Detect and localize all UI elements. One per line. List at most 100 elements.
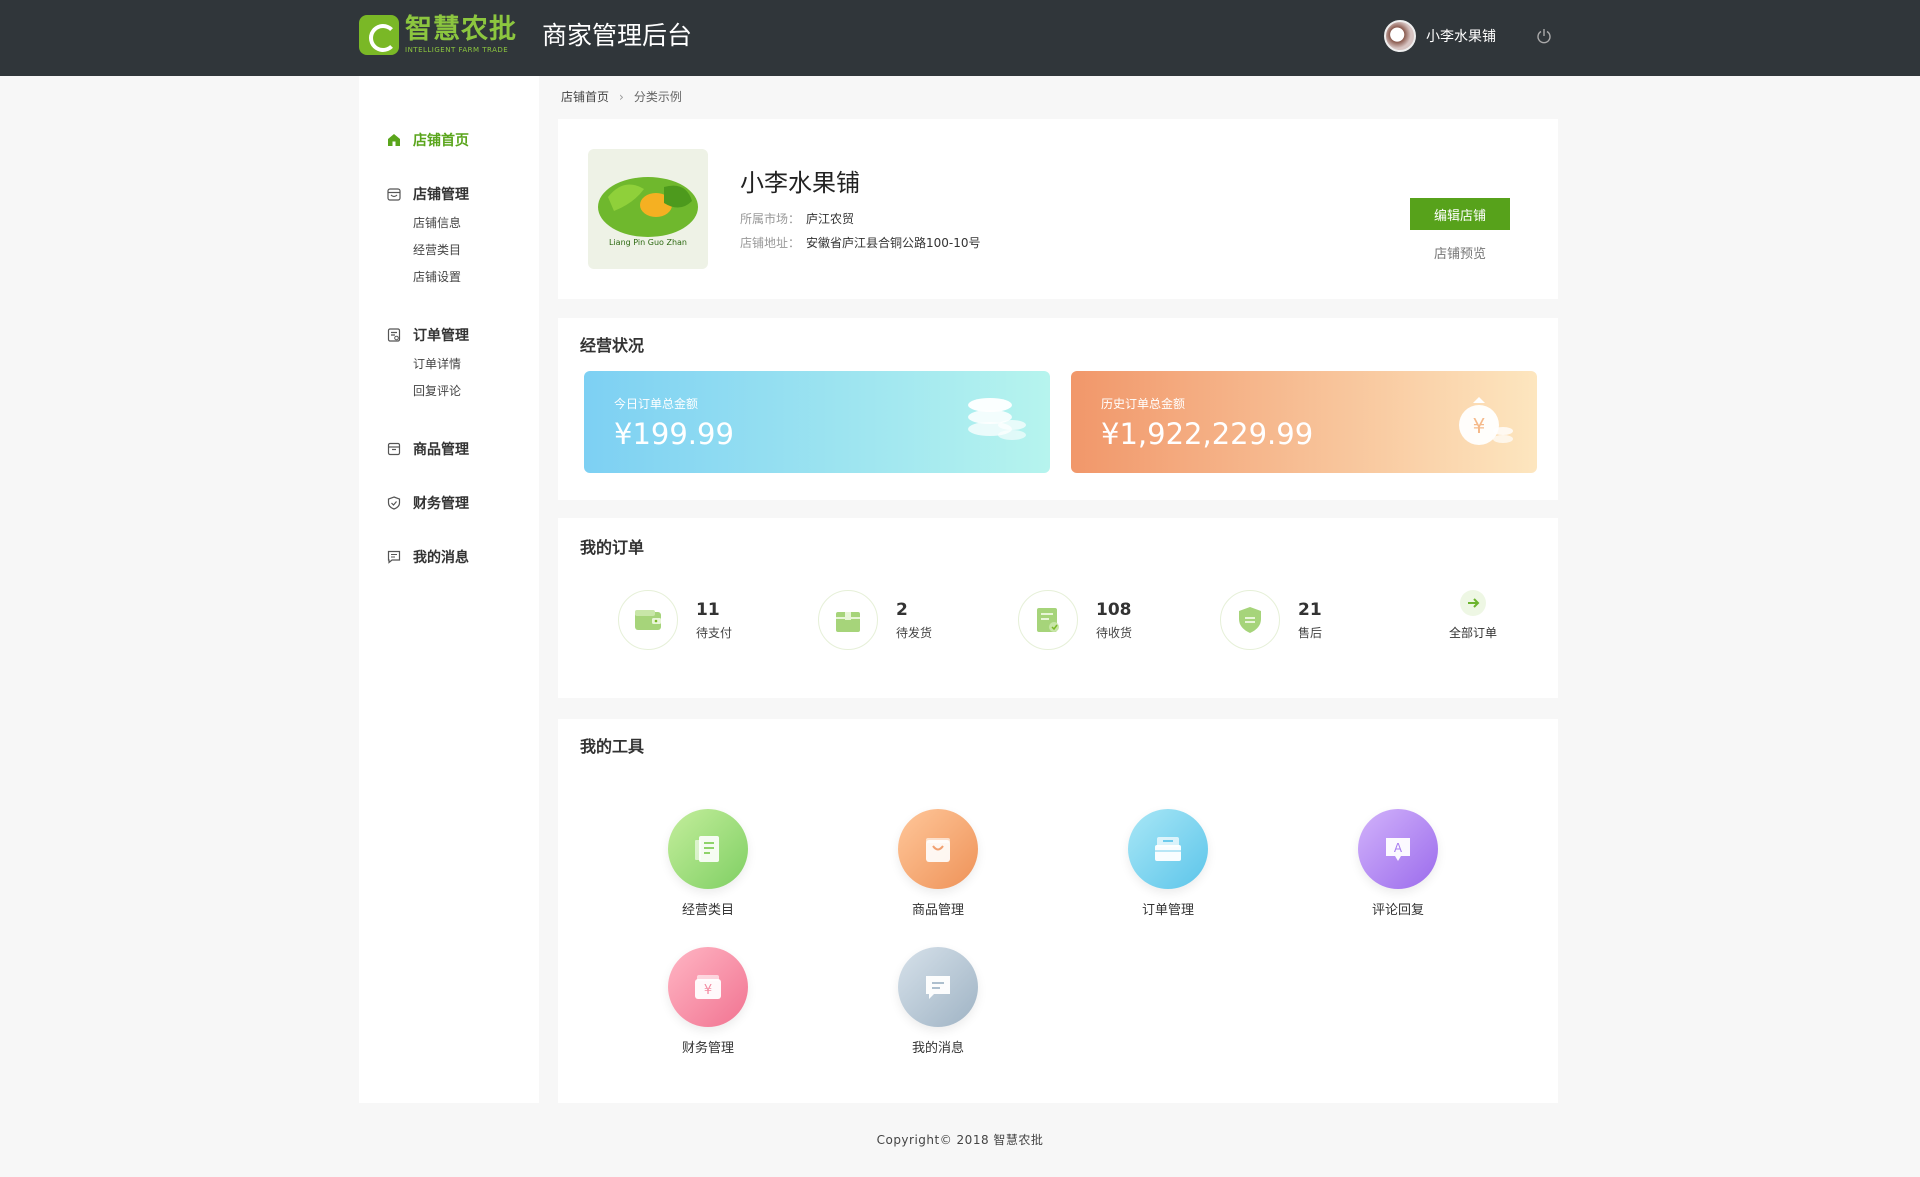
order-after-sales[interactable]: 21 售后 (1220, 590, 1322, 650)
comment-icon: A (1386, 838, 1410, 861)
store-preview-link[interactable]: 店铺预览 (1410, 243, 1510, 262)
section-title: 经营状况 (580, 336, 645, 355)
edit-store-button[interactable]: 编辑店铺 (1410, 198, 1510, 230)
sidebar-item-label: 订单管理 (413, 328, 469, 344)
order-label: 待收货 (1096, 625, 1133, 640)
sidebar-item-order-detail[interactable]: 订单详情 (413, 351, 469, 378)
history-order-total: 历史订单总金额 ¥1,922,229.99 ¥ (1071, 371, 1537, 473)
document-icon (695, 836, 719, 862)
svg-text:A: A (1394, 841, 1403, 855)
store-info-card: Liang Pin Guo Zhan 小李水果铺 所属市场： 庐江农贸 店铺地址：… (558, 119, 1558, 299)
store-name: 小李水果铺 (740, 169, 860, 197)
receipt-icon (1037, 608, 1059, 632)
arrow-right-icon (1460, 590, 1486, 616)
sidebar-item-store-info[interactable]: 店铺信息 (413, 210, 469, 237)
all-orders-label: 全部订单 (1448, 626, 1497, 640)
user-name[interactable]: 小李水果铺 (1426, 26, 1496, 46)
tool-label: 经营类目 (681, 903, 734, 918)
tool-order-management[interactable]: 订单管理 (1108, 809, 1228, 918)
message-icon (387, 550, 401, 564)
svg-text:¥: ¥ (704, 983, 712, 998)
order-count: 2 (896, 599, 908, 620)
tool-goods-management[interactable]: 商品管理 (878, 809, 998, 918)
sidebar: 店铺首页 店铺管理 店铺信息 经营类目 店铺设置 订单管理 订单详情 回复评论 … (359, 76, 539, 1103)
shield-icon (387, 496, 401, 510)
store-icon (387, 188, 401, 201)
sidebar-item-business-category[interactable]: 经营类目 (413, 237, 469, 264)
sidebar-item-label: 我的消息 (413, 550, 469, 566)
section-title: 我的工具 (580, 737, 645, 756)
top-header: 智慧农批 INTELLIGENT FARM TRADE 商家管理后台 小李水果铺 (0, 0, 1920, 76)
tool-business-category[interactable]: 经营类目 (648, 809, 768, 918)
message-icon (926, 976, 950, 999)
logo-title: 智慧农批 (405, 14, 517, 45)
tool-comment-reply[interactable]: A 评论回复 (1338, 809, 1458, 918)
goods-icon (387, 442, 401, 456)
sidebar-item-finance-management[interactable]: 财务管理 (387, 493, 469, 513)
user-menu[interactable]: 小李水果铺 (1384, 20, 1496, 52)
sidebar-item-order-management[interactable]: 订单管理 (387, 325, 469, 345)
today-order-total: 今日订单总金额 ¥199.99 (584, 371, 1050, 473)
sidebar-item-label: 店铺首页 (413, 133, 469, 149)
tool-label: 商品管理 (911, 903, 964, 918)
order-label: 待发货 (896, 625, 933, 640)
tool-label: 评论回复 (1371, 903, 1424, 918)
package-icon (836, 612, 860, 632)
brand-logo[interactable]: 智慧农批 INTELLIGENT FARM TRADE (359, 15, 517, 55)
logo-icon (359, 15, 399, 55)
order-box-icon (1155, 837, 1181, 861)
avatar[interactable] (1384, 20, 1416, 52)
order-icon (387, 328, 401, 342)
breadcrumb-home[interactable]: 店铺首页 (561, 88, 609, 105)
order-count: 11 (696, 599, 720, 620)
breadcrumb: 店铺首页 › 分类示例 (561, 88, 682, 105)
tool-label: 财务管理 (681, 1041, 734, 1056)
store-market: 所属市场： 庐江农贸 (740, 212, 855, 226)
order-label: 售后 (1298, 625, 1323, 640)
svg-text:Liang Pin Guo Zhan: Liang Pin Guo Zhan (609, 238, 687, 247)
breadcrumb-current: 分类示例 (633, 90, 682, 104)
coins-icon (968, 398, 1026, 440)
stat-value: ¥199.99 (614, 417, 734, 451)
tool-finance-management[interactable]: ¥ 财务管理 (648, 947, 768, 1056)
footer-copyright: Copyright© 2018 智慧农批 (876, 1133, 1044, 1147)
sidebar-item-label: 财务管理 (413, 496, 469, 512)
stat-value: ¥1,922,229.99 (1101, 417, 1314, 451)
svg-text:¥: ¥ (1473, 414, 1486, 438)
home-icon (388, 134, 400, 146)
shopping-bag-icon (926, 838, 950, 862)
sidebar-item-label: 店铺管理 (413, 187, 469, 203)
my-tools-card: 我的工具 经营类目 商品管理 订单管理 A 评论回复 ¥ 财务管理 我的消息 (558, 719, 1558, 1103)
store-address: 店铺地址： 安徽省庐江县合铜公路100-10号 (740, 236, 981, 250)
sidebar-item-reply-comments[interactable]: 回复评论 (413, 378, 469, 405)
order-pending-receipt[interactable]: 108 待收货 (1018, 590, 1132, 650)
sidebar-item-my-messages[interactable]: 我的消息 (387, 547, 469, 567)
logo-subtitle: INTELLIGENT FARM TRADE (405, 46, 509, 54)
tool-label: 我的消息 (911, 1041, 964, 1056)
power-icon[interactable] (1536, 28, 1552, 44)
business-status-card: 经营状况 今日订单总金额 ¥199.99 历史订单总金额 ¥1,922,229.… (558, 318, 1558, 500)
finance-icon: ¥ (695, 975, 721, 999)
stat-label: 今日订单总金额 (614, 397, 699, 411)
money-bag-icon: ¥ (1459, 397, 1513, 445)
chevron-right-icon: › (619, 89, 624, 104)
order-label: 待支付 (696, 625, 733, 640)
stat-label: 历史订单总金额 (1101, 397, 1186, 411)
shield-icon (1239, 607, 1261, 633)
order-pending-payment[interactable]: 11 待支付 (618, 590, 732, 650)
section-title: 我的订单 (580, 538, 645, 557)
sidebar-item-home[interactable]: 店铺首页 (387, 130, 469, 150)
sidebar-item-store-settings[interactable]: 店铺设置 (413, 264, 469, 291)
tool-label: 订单管理 (1141, 903, 1194, 918)
sidebar-item-goods-management[interactable]: 商品管理 (387, 439, 469, 459)
my-orders-card: 我的订单 11 待支付 2 待发货 108 待收货 21 售后 全部订单 (558, 518, 1558, 698)
tool-my-messages[interactable]: 我的消息 (878, 947, 998, 1056)
app-title: 商家管理后台 (542, 21, 693, 50)
sidebar-item-store-management[interactable]: 店铺管理 (387, 184, 469, 204)
all-orders-link[interactable]: 全部订单 (1438, 590, 1508, 641)
order-count: 21 (1298, 599, 1322, 620)
store-logo: Liang Pin Guo Zhan (588, 149, 708, 269)
store-logo-image: Liang Pin Guo Zhan (598, 177, 698, 247)
order-pending-shipment[interactable]: 2 待发货 (818, 590, 932, 650)
sidebar-item-label: 商品管理 (413, 442, 469, 458)
